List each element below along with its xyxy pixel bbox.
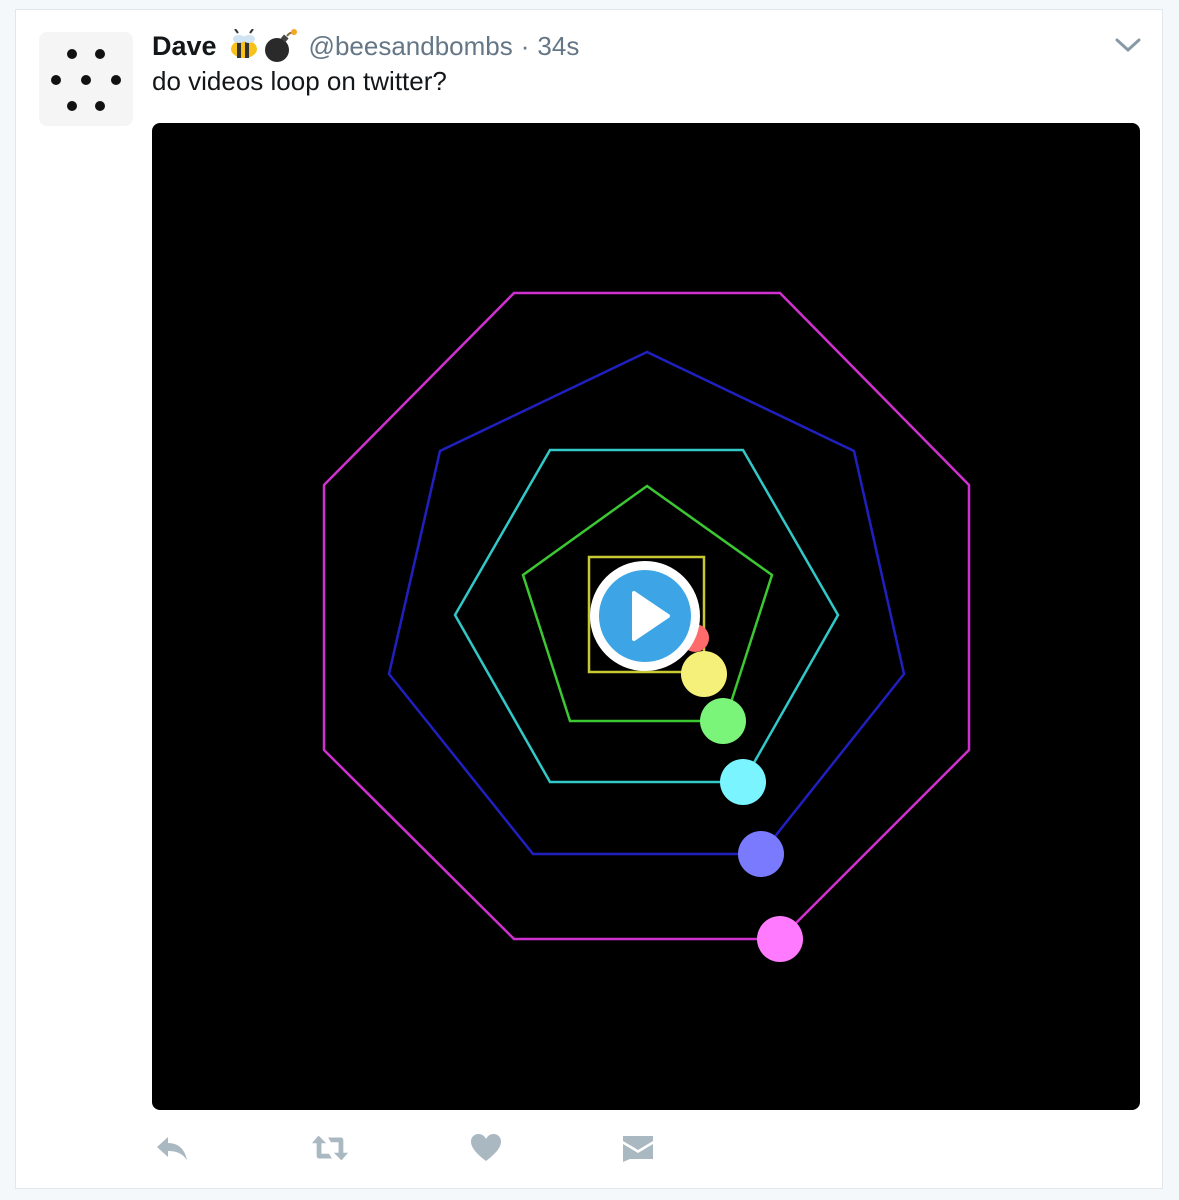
dot-green <box>700 698 746 744</box>
like-button[interactable] <box>466 1128 506 1168</box>
tweet-actions <box>0 1128 1179 1172</box>
retweet-icon <box>311 1135 349 1161</box>
chevron-down-icon <box>1115 38 1141 52</box>
author-handle[interactable]: @beesandbombs <box>309 31 513 62</box>
avatar[interactable] <box>39 32 133 126</box>
heart-icon <box>471 1134 501 1161</box>
dot-magenta <box>757 916 803 962</box>
direct-message-button[interactable] <box>618 1128 658 1168</box>
bee-and-bomb-emoji <box>227 29 297 63</box>
play-icon <box>590 561 700 671</box>
tweet-header: Dave @beesandbombs · 34s <box>152 27 579 65</box>
video-player[interactable] <box>152 123 1140 1110</box>
reply-button[interactable] <box>152 1128 192 1168</box>
tweet-options-caret[interactable] <box>1113 30 1143 60</box>
dot-blue <box>738 831 784 877</box>
play-button[interactable] <box>586 557 704 675</box>
dot-cyan <box>720 759 766 805</box>
tweet-text: do videos loop on twitter? <box>152 66 447 96</box>
retweet-button[interactable] <box>310 1128 350 1168</box>
reply-icon <box>157 1137 187 1160</box>
avatar-dots-image <box>51 49 121 111</box>
tweet-timestamp[interactable]: 34s <box>537 31 579 62</box>
author-name[interactable]: Dave <box>152 31 217 62</box>
header-separator: · <box>520 30 530 61</box>
direct-message-icon <box>623 1136 653 1162</box>
